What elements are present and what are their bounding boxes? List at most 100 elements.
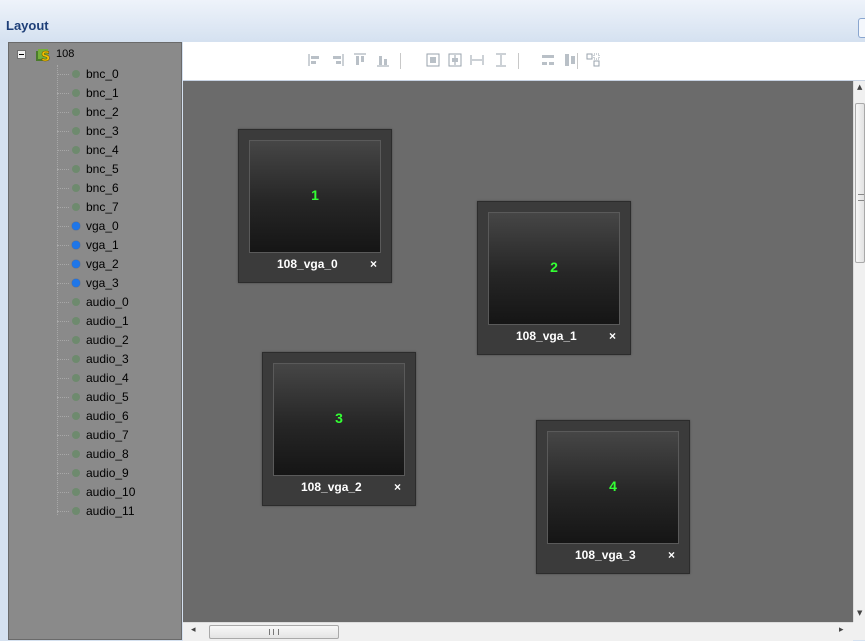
- tree-connector: [57, 131, 69, 132]
- window-preview[interactable]: 4: [547, 431, 679, 544]
- tree-item-audio-0[interactable]: audio_0: [57, 293, 177, 312]
- align-top-icon[interactable]: [353, 53, 367, 67]
- tree-item-bnc-4[interactable]: bnc_4: [57, 141, 177, 160]
- tree-item-bnc-2[interactable]: bnc_2: [57, 103, 177, 122]
- tree-item-label: bnc_1: [86, 86, 119, 100]
- layout-canvas[interactable]: 1 108_vga_0 × 2 108_vga_1 × 3 108_vga_2 × 4 108_vg…: [183, 81, 853, 622]
- tree-item-label: audio_10: [86, 485, 136, 499]
- tree-item-audio-6[interactable]: audio_6: [57, 407, 177, 426]
- tree-item-audio-3[interactable]: audio_3: [57, 350, 177, 369]
- close-icon[interactable]: ×: [609, 329, 616, 343]
- same-height-icon[interactable]: [494, 53, 508, 67]
- tree-item-audio-7[interactable]: audio_7: [57, 426, 177, 445]
- vertical-scrollbar[interactable]: ▲ ▼: [853, 81, 865, 622]
- tree-item-audio-4[interactable]: audio_4: [57, 369, 177, 388]
- align-left-icon[interactable]: [308, 53, 322, 67]
- tree-item-label: audio_4: [86, 371, 129, 385]
- tree-item-label: vga_0: [86, 219, 119, 233]
- layout-toolbar: [183, 42, 865, 81]
- tree-item-vga-1[interactable]: vga_1: [57, 236, 177, 255]
- distribute-horizontal-icon[interactable]: [541, 53, 555, 67]
- tree-item-bnc-6[interactable]: bnc_6: [57, 179, 177, 198]
- window-preview[interactable]: 3: [273, 363, 405, 476]
- tree-item-audio-8[interactable]: audio_8: [57, 445, 177, 464]
- inactive-channel-icon: [72, 431, 80, 439]
- inactive-channel-icon: [72, 412, 80, 420]
- toolbar-separator: [400, 53, 401, 69]
- tree-item-bnc-1[interactable]: bnc_1: [57, 84, 177, 103]
- inactive-channel-icon: [72, 127, 80, 135]
- inactive-channel-icon: [72, 203, 80, 211]
- tree-connector: [57, 378, 69, 379]
- tree-item-label: audio_5: [86, 390, 129, 404]
- align-right-icon[interactable]: [330, 53, 344, 67]
- tree-connector: [57, 150, 69, 151]
- tree-item-label: audio_6: [86, 409, 129, 423]
- tree-connector: [57, 454, 69, 455]
- collapse-tab[interactable]: [858, 18, 865, 38]
- close-icon[interactable]: ×: [668, 548, 675, 562]
- layout-window[interactable]: 4 108_vga_3 ×: [536, 420, 690, 574]
- inactive-channel-icon: [72, 89, 80, 97]
- layout-window[interactable]: 2 108_vga_1 ×: [477, 201, 631, 355]
- same-width-icon[interactable]: [470, 53, 484, 67]
- tree-connector: [57, 359, 69, 360]
- scroll-down-icon[interactable]: ▼: [857, 609, 862, 617]
- toolbar-separator: [518, 53, 519, 69]
- center-vertical-icon[interactable]: [426, 53, 440, 67]
- center-horizontal-icon[interactable]: [448, 53, 462, 67]
- tree-item-bnc-5[interactable]: bnc_5: [57, 160, 177, 179]
- tree-item-label: vga_1: [86, 238, 119, 252]
- align-bottom-icon[interactable]: [376, 53, 390, 67]
- tree-item-audio-1[interactable]: audio_1: [57, 312, 177, 331]
- tree-item-vga-2[interactable]: vga_2: [57, 255, 177, 274]
- tree-connector: [57, 492, 69, 493]
- same-size-icon[interactable]: [586, 53, 600, 67]
- layout-window[interactable]: 1 108_vga_0 ×: [238, 129, 392, 283]
- scroll-left-icon[interactable]: ◂: [191, 625, 196, 635]
- tree-connector: [57, 511, 69, 512]
- inactive-channel-icon: [72, 450, 80, 458]
- tree-item-label: bnc_4: [86, 143, 119, 157]
- active-channel-icon: [72, 222, 80, 230]
- tree-item-bnc-0[interactable]: bnc_0: [57, 65, 177, 84]
- device-group-icon: S: [36, 49, 51, 63]
- svg-text:S: S: [41, 50, 50, 63]
- layout-window[interactable]: 3 108_vga_2 ×: [262, 352, 416, 506]
- close-icon[interactable]: ×: [370, 257, 377, 271]
- tree-item-bnc-3[interactable]: bnc_3: [57, 122, 177, 141]
- distribute-vertical-icon[interactable]: [563, 53, 577, 67]
- window-preview[interactable]: 1: [249, 140, 381, 253]
- tree-item-audio-10[interactable]: audio_10: [57, 483, 177, 502]
- tree-item-vga-3[interactable]: vga_3: [57, 274, 177, 293]
- horizontal-scroll-thumb[interactable]: [209, 625, 339, 639]
- panel-header: Layout: [0, 0, 865, 40]
- tree-connector: [57, 264, 69, 265]
- tree-item-audio-9[interactable]: audio_9: [57, 464, 177, 483]
- window-label: 108_vga_0: [277, 257, 338, 271]
- close-icon[interactable]: ×: [394, 480, 401, 494]
- tree-item-label: audio_8: [86, 447, 129, 461]
- tree-item-audio-11[interactable]: audio_11: [57, 502, 177, 521]
- tree-item-audio-2[interactable]: audio_2: [57, 331, 177, 350]
- tree-item-audio-5[interactable]: audio_5: [57, 388, 177, 407]
- device-tree: S 108 bnc_0 bnc_1 bnc_2 bnc_3 bnc_4 bnc_5 bnc_…: [8, 42, 182, 640]
- tree-root-label: 108: [56, 48, 75, 60]
- tree-item-label: bnc_7: [86, 200, 119, 214]
- tree-connector: [57, 435, 69, 436]
- vertical-scroll-thumb[interactable]: [855, 103, 865, 263]
- tree-connector: [57, 188, 69, 189]
- tree-item-vga-0[interactable]: vga_0: [57, 217, 177, 236]
- scroll-right-icon[interactable]: ▸: [839, 625, 844, 635]
- tree-item-label: bnc_3: [86, 124, 119, 138]
- window-number: 3: [335, 410, 343, 426]
- tree-connector: [57, 321, 69, 322]
- collapse-icon[interactable]: [17, 50, 26, 59]
- scroll-up-icon[interactable]: ▲: [857, 83, 862, 91]
- inactive-channel-icon: [72, 298, 80, 306]
- tree-connector: [57, 93, 69, 94]
- scrollbar-corner: [853, 622, 865, 640]
- horizontal-scrollbar[interactable]: ◂ ▸: [183, 622, 853, 641]
- tree-item-bnc-7[interactable]: bnc_7: [57, 198, 177, 217]
- window-preview[interactable]: 2: [488, 212, 620, 325]
